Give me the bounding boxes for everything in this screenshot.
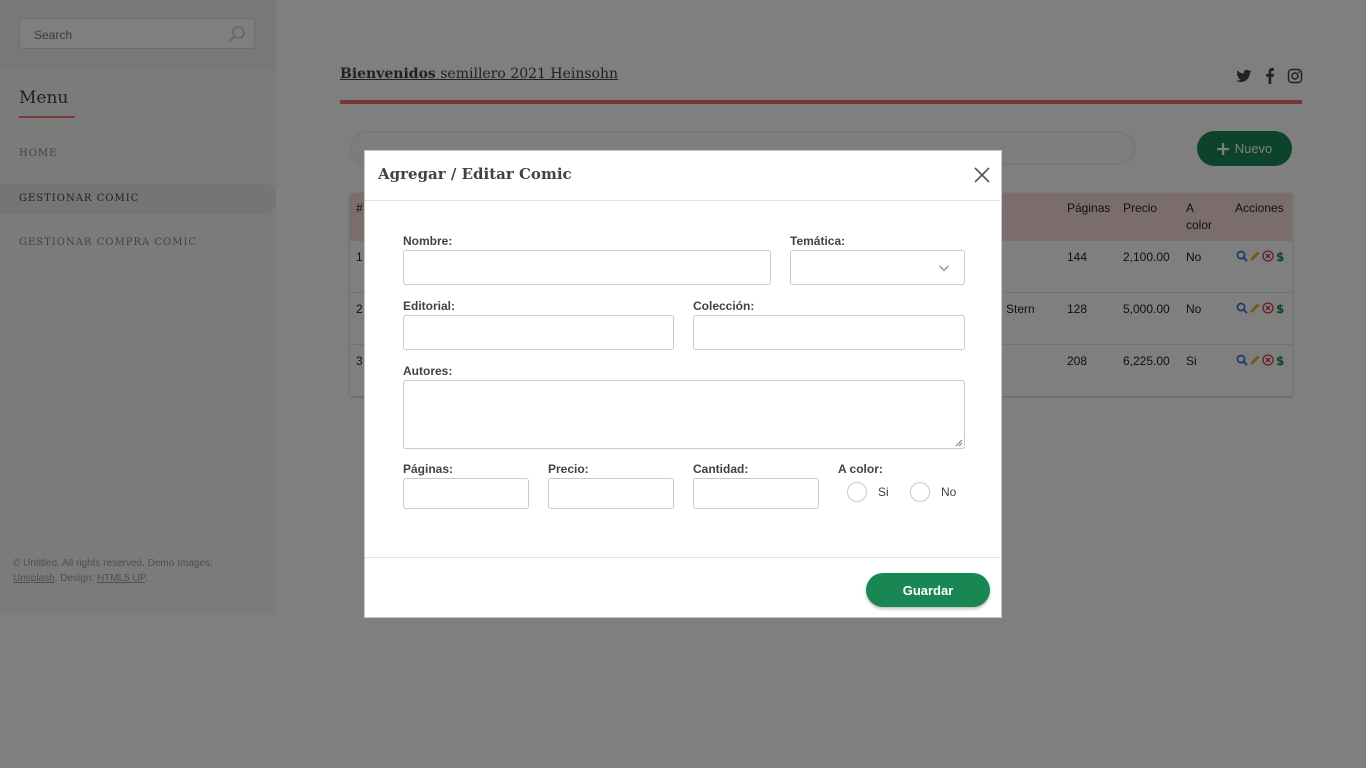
- autores-field[interactable]: [403, 380, 965, 449]
- paginas-input[interactable]: [404, 479, 528, 508]
- paginas-label: Páginas:: [403, 462, 454, 476]
- cantidad-label: Cantidad:: [693, 462, 749, 476]
- modal-header-divider: [365, 200, 1001, 201]
- a-color-si-radio[interactable]: [847, 482, 867, 502]
- editorial-label: Editorial:: [403, 299, 456, 313]
- paginas-field[interactable]: [403, 478, 529, 509]
- nombre-input[interactable]: [404, 251, 770, 284]
- coleccion-input[interactable]: [694, 316, 964, 349]
- save-button[interactable]: Guardar: [866, 573, 990, 607]
- autores-label: Autores:: [403, 364, 453, 378]
- cantidad-field[interactable]: [693, 478, 819, 509]
- a-color-no-label[interactable]: No: [941, 485, 956, 499]
- precio-input[interactable]: [549, 479, 673, 508]
- resize-grip-icon[interactable]: [955, 439, 963, 447]
- nombre-field[interactable]: [403, 250, 771, 285]
- add-edit-comic-modal: Agregar / Editar Comic Nombre: Temática:…: [364, 150, 1002, 618]
- autores-textarea[interactable]: [404, 381, 964, 448]
- coleccion-label: Colección:: [693, 299, 755, 313]
- close-icon[interactable]: [973, 166, 991, 184]
- tematica-label: Temática:: [790, 234, 846, 248]
- cantidad-input[interactable]: [694, 479, 818, 508]
- precio-label: Precio:: [548, 462, 589, 476]
- precio-field[interactable]: [548, 478, 674, 509]
- modal-title: Agregar / Editar Comic: [378, 165, 572, 183]
- modal-footer-divider: [365, 557, 1001, 558]
- coleccion-field[interactable]: [693, 315, 965, 350]
- editorial-input[interactable]: [404, 316, 673, 349]
- a-color-label: A color:: [838, 462, 883, 476]
- tematica-select[interactable]: [790, 250, 965, 285]
- a-color-si-label[interactable]: Si: [878, 485, 889, 499]
- editorial-field[interactable]: [403, 315, 674, 350]
- a-color-no-radio[interactable]: [910, 482, 930, 502]
- chevron-down-icon: [938, 265, 950, 272]
- nombre-label: Nombre:: [403, 234, 453, 248]
